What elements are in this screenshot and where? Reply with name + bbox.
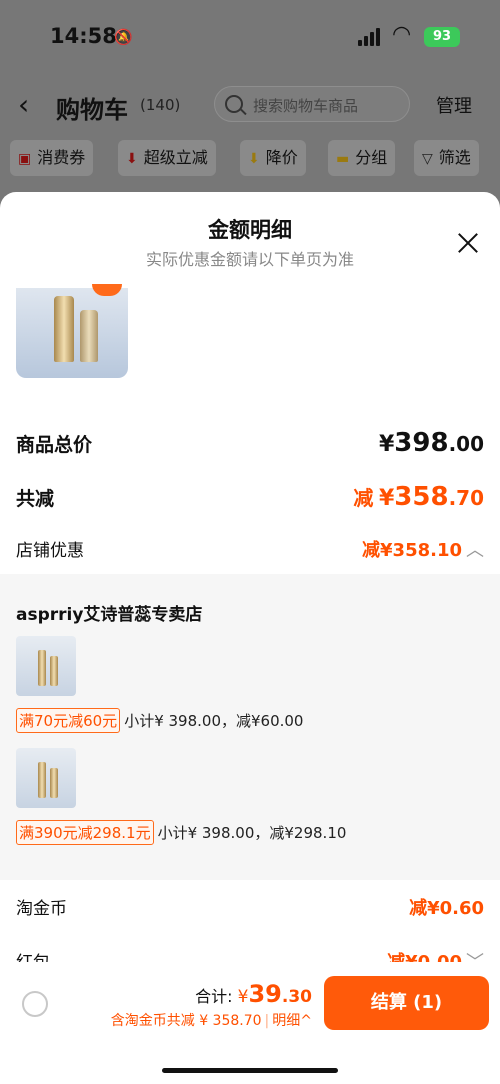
total-price-value: ¥398.00 bbox=[378, 428, 484, 458]
total-label: 合计: bbox=[195, 987, 233, 1006]
chevron-up-icon: ︿ bbox=[466, 540, 484, 561]
discount-note-text: 含淘金币共减 ¥ 358.70 bbox=[110, 1013, 262, 1029]
chip-filter[interactable]: ▽ 筛选 bbox=[414, 140, 479, 176]
store-discount-label: 店铺优惠 bbox=[16, 541, 84, 561]
checkout-button[interactable]: 结算 (1) bbox=[324, 976, 489, 1030]
chip-label: 超级立减 bbox=[143, 148, 208, 167]
arrow-down-icon: ⬇ bbox=[126, 151, 138, 167]
filter-icon: ▽ bbox=[422, 151, 433, 167]
coin-value: 减¥0.60 bbox=[409, 898, 484, 919]
coin-row: 淘金币 减¥0.60 bbox=[16, 894, 484, 924]
promo-line: 满70元减60元 小计¥ 398.00，减¥60.00 bbox=[16, 708, 303, 733]
total-reduce-value: 减 ¥358.70 bbox=[353, 482, 484, 512]
signal-icon bbox=[358, 28, 384, 46]
promo-line: 满390元减298.1元 小计¥ 398.00，减¥298.10 bbox=[16, 820, 346, 845]
product-thumbnail bbox=[16, 748, 76, 808]
chip-label: 筛选 bbox=[438, 148, 471, 167]
store-discount-row[interactable]: 店铺优惠 减¥358.10 ︿ bbox=[16, 536, 484, 566]
status-bar: 14:58 🔕 ◠ 93 bbox=[0, 0, 500, 74]
close-icon[interactable] bbox=[454, 230, 482, 258]
checkout-bar: 合计: ¥39.30 含淘金币共减 ¥ 358.70 | 明细^ 结算 (1) bbox=[0, 962, 500, 1084]
store-discount-value: 减¥358.10 ︿ bbox=[362, 540, 484, 561]
chip-label: 分组 bbox=[355, 148, 388, 167]
total-price-label: 商品总价 bbox=[16, 434, 93, 456]
sheet-subtitle: 实际优惠金额请以下单页为准 bbox=[145, 250, 354, 269]
detail-toggle[interactable]: 明细^ bbox=[272, 1013, 312, 1029]
home-indicator bbox=[162, 1068, 338, 1073]
total-amount: 合计: ¥39.30 bbox=[195, 980, 312, 1008]
back-button[interactable]: ‹ bbox=[18, 88, 29, 121]
promo-detail: 小计¥ 398.00，减¥60.00 bbox=[124, 712, 304, 730]
chip-group[interactable]: ▬ 分组 bbox=[328, 140, 396, 176]
amount-detail-sheet: 金额明细 实际优惠金额请以下单页为准 商品总价 ¥398.00 共减 减 ¥35… bbox=[0, 192, 500, 1084]
coupon-icon: ▣ bbox=[18, 151, 32, 167]
cart-nav-bar: ‹ 购物车 (140) 搜索购物车商品 管理 bbox=[0, 80, 500, 130]
store-name: asprriy艾诗普蕊专卖店 bbox=[16, 605, 203, 625]
manage-button[interactable]: 管理 bbox=[436, 92, 472, 118]
promo-tag: 满70元减60元 bbox=[16, 708, 121, 733]
wifi-icon: ◠ bbox=[392, 22, 412, 47]
product-thumbnail bbox=[16, 288, 128, 378]
product-thumbnail bbox=[16, 636, 76, 696]
store-discount-panel: asprriy艾诗普蕊专卖店 满70元减60元 小计¥ 398.00，减¥60.0… bbox=[0, 574, 500, 880]
search-icon bbox=[225, 95, 243, 113]
mute-bell-icon: 🔕 bbox=[114, 28, 133, 46]
promo-tag: 满390元减298.1元 bbox=[16, 820, 154, 845]
chevron-up-icon: ^ bbox=[300, 1013, 312, 1029]
chip-label: 降价 bbox=[265, 148, 298, 167]
status-time: 14:58 bbox=[50, 24, 117, 48]
arrow-down-icon: ⬇ bbox=[248, 151, 260, 167]
discount-note: 含淘金币共减 ¥ 358.70 | 明细^ bbox=[110, 1013, 312, 1029]
coin-label: 淘金币 bbox=[16, 899, 67, 919]
page-title: 购物车 bbox=[56, 96, 128, 124]
select-all-checkbox[interactable] bbox=[22, 991, 48, 1017]
filter-chips: ▣ 消费券 ⬇ 超级立减 ⬇ 降价 ▬ 分组 ▽ 筛选 bbox=[0, 140, 500, 180]
folder-icon: ▬ bbox=[336, 151, 350, 167]
sheet-title: 金额明细 bbox=[208, 218, 292, 242]
chip-label: 消费券 bbox=[37, 148, 86, 167]
chip-coupon[interactable]: ▣ 消费券 bbox=[10, 140, 94, 176]
total-price-row: 商品总价 ¥398.00 bbox=[16, 428, 484, 464]
chip-price-drop[interactable]: ⬇ 降价 bbox=[240, 140, 306, 176]
total-reduce-row: 共减 减 ¥358.70 bbox=[16, 482, 484, 518]
battery-icon: 93 bbox=[424, 27, 460, 47]
total-reduce-label: 共减 bbox=[16, 488, 55, 510]
cart-search-input[interactable]: 搜索购物车商品 bbox=[214, 86, 410, 122]
promo-detail: 小计¥ 398.00，减¥298.10 bbox=[157, 824, 347, 842]
cart-count: (140) bbox=[140, 96, 181, 114]
search-placeholder: 搜索购物车商品 bbox=[253, 97, 359, 115]
chip-super-discount[interactable]: ⬇ 超级立减 bbox=[118, 140, 216, 176]
